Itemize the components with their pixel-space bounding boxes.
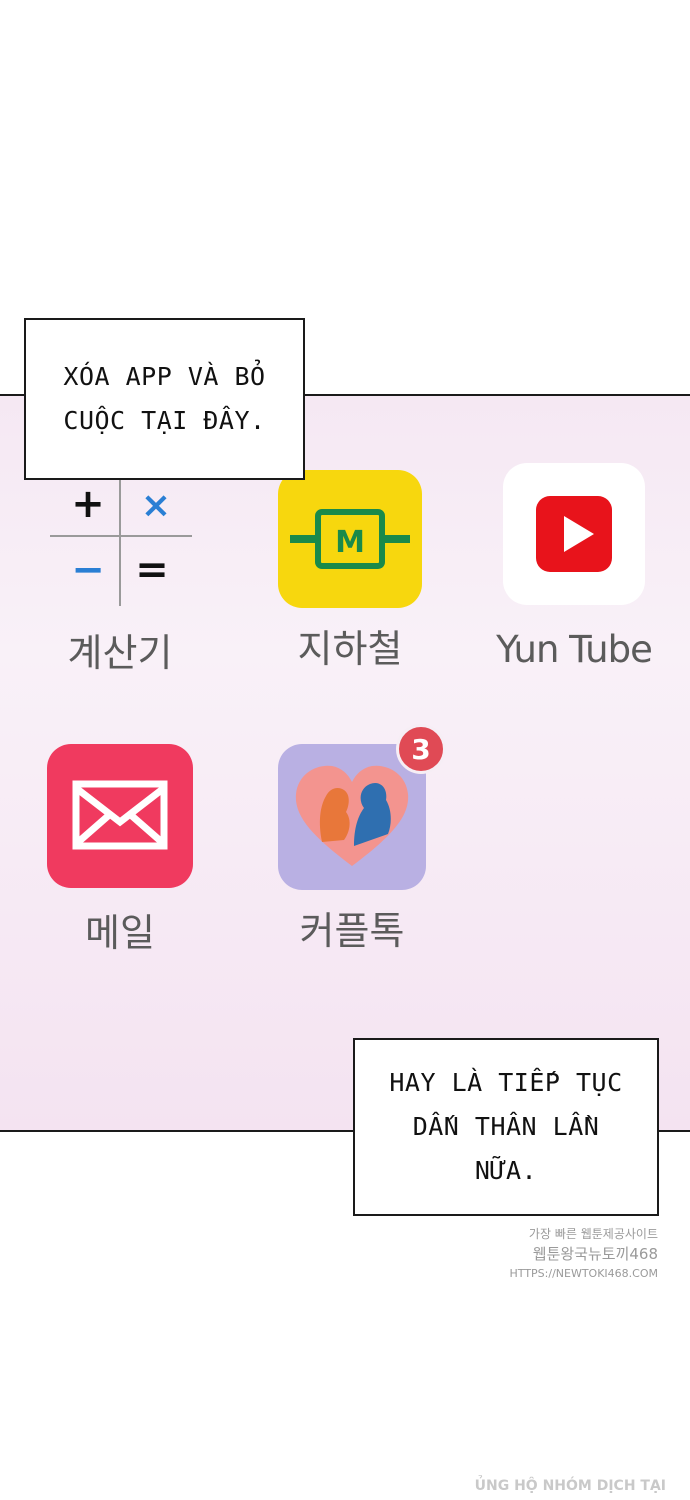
caption-box-top: XÓA APP VÀ BỎ CUỘC TẠI ĐÂY. xyxy=(24,318,305,480)
caption-top-text: XÓA APP VÀ BỎ CUỘC TẠI ĐÂY. xyxy=(63,362,266,435)
calculator-app-icon[interactable]: + × − = xyxy=(50,472,192,606)
heart-couple-icon xyxy=(295,765,409,866)
play-icon xyxy=(536,496,612,572)
envelope-icon xyxy=(72,780,168,850)
credit-text: ỦNG HỘ NHÓM DỊCH TẠI xyxy=(474,1478,666,1494)
calculator-app-label: 계산기 xyxy=(67,631,173,675)
subway-logo-icon: M xyxy=(290,509,410,569)
yuntube-app-label: Yun Tube xyxy=(496,628,653,671)
watermark-line-2: 웹툰왕국뉴토끼468 xyxy=(532,1245,658,1263)
subway-app-label: 지하철 xyxy=(297,627,403,671)
watermark-line-1: 가장 빠른 웹툰제공사이트 xyxy=(528,1227,658,1241)
caption-bottom-text: HAY LÀ TIẾP TỤC DẤN THÂN LẦN NỮA. xyxy=(389,1068,623,1185)
mail-app-icon[interactable] xyxy=(47,744,193,888)
mail-app-label: 메일 xyxy=(85,911,155,955)
yuntube-app-icon[interactable] xyxy=(503,463,645,605)
caption-box-bottom: HAY LÀ TIẾP TỤC DẤN THÂN LẦN NỮA. xyxy=(353,1038,659,1216)
minus-icon: − xyxy=(71,547,105,593)
multiply-icon: × xyxy=(140,485,172,526)
plus-icon: + xyxy=(71,481,105,527)
subway-logo-letter: M xyxy=(335,525,365,560)
watermark-line-3: HTTPS://NEWTOKI468.COM xyxy=(509,1267,658,1280)
coupletalk-app-label: 커플톡 xyxy=(299,909,405,953)
subway-app-icon[interactable]: M xyxy=(278,470,422,608)
notification-badge: 3 xyxy=(396,724,446,774)
equals-icon: = xyxy=(135,547,169,593)
